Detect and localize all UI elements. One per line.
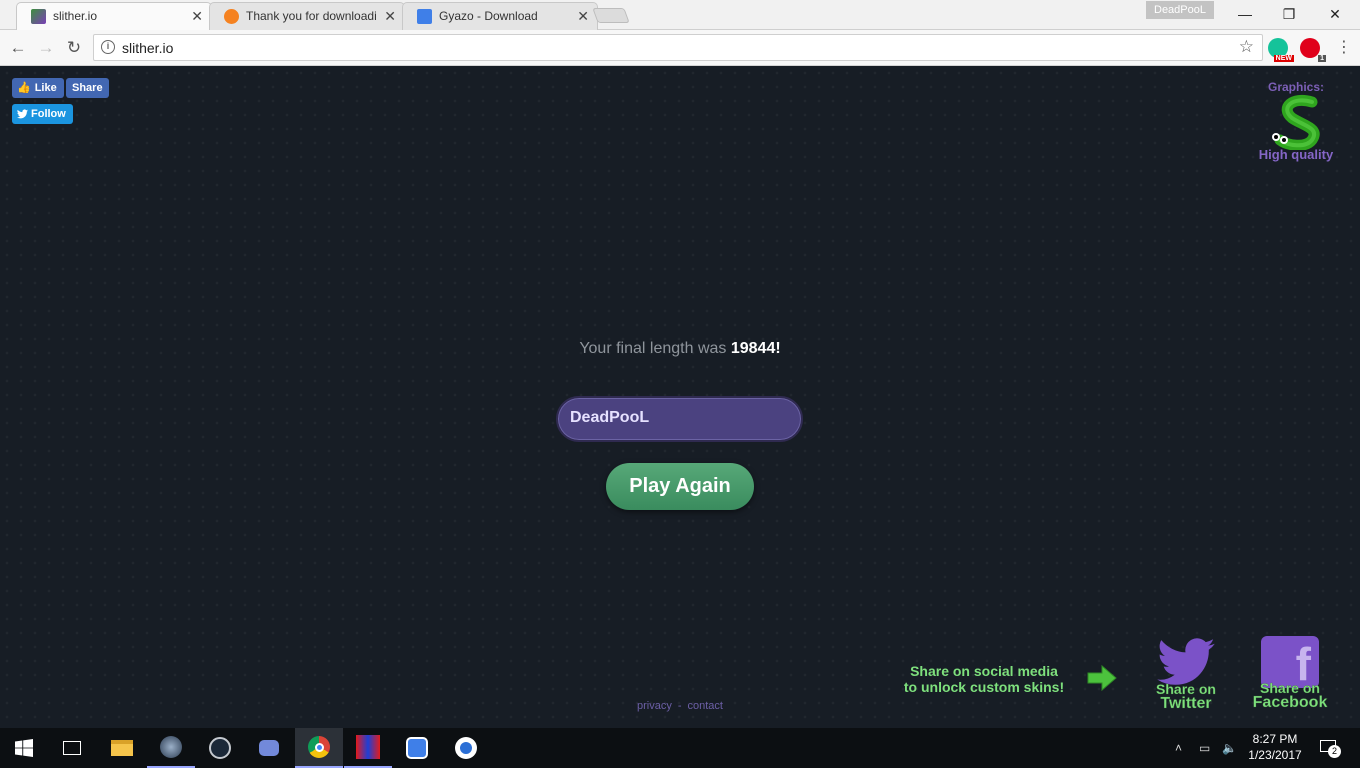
final-length-suffix: ! xyxy=(775,340,781,357)
clock-date: 1/23/2017 xyxy=(1248,748,1302,762)
system-clock[interactable]: 8:27 PM 1/23/2017 xyxy=(1246,731,1304,763)
asus-icon[interactable] xyxy=(344,728,392,768)
close-tab-icon[interactable]: ✕ xyxy=(577,8,589,24)
start-icon[interactable] xyxy=(0,728,48,768)
twitter-bird-icon xyxy=(17,109,28,119)
tab-gyazo[interactable]: Gyazo - Download ✕ xyxy=(402,2,598,30)
gyazo-icon[interactable] xyxy=(393,728,441,768)
profile-button[interactable]: DeadPooL xyxy=(1146,1,1214,19)
follow-label: Follow xyxy=(31,108,66,120)
slither-favicon-icon xyxy=(31,9,46,24)
notifications-icon[interactable]: 2 xyxy=(1318,728,1342,768)
steam-icon[interactable] xyxy=(196,728,244,768)
address-url[interactable]: slither.io xyxy=(122,40,173,56)
info-icon[interactable]: i xyxy=(101,40,115,54)
game-page: 👍 Like Share Follow Graphics: High quali… xyxy=(0,66,1360,728)
graphics-quality-toggle[interactable]: Graphics: High quality xyxy=(1248,80,1344,170)
share-promo-text: Share on social media to unlock custom s… xyxy=(886,663,1082,695)
maximize-icon[interactable]: ❐ xyxy=(1274,4,1304,24)
thumbs-up-icon: 👍 xyxy=(17,82,31,94)
twitter-follow-button[interactable]: Follow xyxy=(12,104,73,124)
bookmark-star-icon[interactable]: ☆ xyxy=(1239,37,1254,57)
gyazo-favicon-icon xyxy=(417,9,432,24)
footer-links: privacy - contact xyxy=(0,700,1360,712)
network-icon[interactable]: ▭ xyxy=(1199,728,1210,768)
close-tab-icon[interactable]: ✕ xyxy=(384,8,396,24)
nickname-input[interactable]: DeadPooL xyxy=(556,396,803,442)
arrow-right-icon xyxy=(1087,664,1117,692)
graphics-label: Graphics: xyxy=(1267,80,1324,94)
adblock-extension-icon[interactable]: 1 xyxy=(1300,38,1326,62)
windows-taskbar: ˄ ▭ 🔈 8:27 PM 1/23/2017 2 xyxy=(0,728,1360,768)
extension-badge: NEW xyxy=(1273,55,1294,62)
facebook-share-button[interactable]: Share xyxy=(66,78,109,98)
graphics-quality-label: High quality xyxy=(1258,147,1334,162)
tab-thank-you[interactable]: Thank you for downloadi ✕ xyxy=(209,2,405,30)
avast-favicon-icon xyxy=(224,9,239,24)
address-bar[interactable]: i slither.io ☆ xyxy=(93,34,1263,61)
chrome-icon[interactable] xyxy=(295,728,343,768)
notification-count: 2 xyxy=(1328,745,1341,758)
close-tab-icon[interactable]: ✕ xyxy=(191,8,203,24)
close-window-icon[interactable]: ✕ xyxy=(1320,4,1350,24)
play-again-button[interactable]: Play Again xyxy=(606,463,754,510)
tab-slither[interactable]: slither.io ✕ xyxy=(16,2,212,31)
extension-badge: 1 xyxy=(1318,55,1326,62)
footer-separator: - xyxy=(677,700,682,712)
app-icon[interactable] xyxy=(147,728,195,768)
reload-icon[interactable]: ↻ xyxy=(63,37,85,59)
facebook-like-button[interactable]: 👍 Like xyxy=(12,78,64,98)
share-promo-line1: Share on social media xyxy=(910,663,1058,679)
twitter-bird-icon xyxy=(1157,638,1215,685)
share-promo-line2: to unlock custom skins! xyxy=(903,679,1065,695)
tab-title: Gyazo - Download xyxy=(439,9,538,23)
forward-icon[interactable]: → xyxy=(35,37,57,59)
contact-link[interactable]: contact xyxy=(685,700,726,712)
tray-chevron-icon[interactable]: ˄ xyxy=(1175,728,1182,768)
snake-icon xyxy=(1272,95,1320,150)
browser-toolbar: ← → ↻ i slither.io ☆ NEW 1 ⋮ xyxy=(0,30,1360,66)
app-icon-2[interactable] xyxy=(442,728,490,768)
final-length-prefix: Your final length was xyxy=(579,340,731,357)
clock-time: 8:27 PM xyxy=(1252,732,1298,746)
task-view-icon[interactable] xyxy=(48,728,96,768)
final-length-text: Your final length was 19844! xyxy=(0,340,1360,358)
browser-tab-bar: slither.io ✕ Thank you for downloadi ✕ G… xyxy=(0,0,1360,31)
new-tab-button[interactable] xyxy=(592,8,630,23)
volume-icon[interactable]: 🔈 xyxy=(1222,728,1237,768)
like-label: Like xyxy=(34,82,57,94)
browser-menu-icon[interactable]: ⋮ xyxy=(1336,37,1352,59)
grammarly-extension-icon[interactable]: NEW xyxy=(1268,38,1294,62)
file-explorer-icon[interactable] xyxy=(98,728,146,768)
discord-icon[interactable] xyxy=(245,728,293,768)
share-on-facebook-button[interactable]: f Share on Facebook xyxy=(1252,636,1328,711)
privacy-link[interactable]: privacy xyxy=(634,700,675,712)
tab-title: Thank you for downloadi xyxy=(246,9,376,23)
tab-title: slither.io xyxy=(53,9,98,23)
minimize-icon[interactable]: — xyxy=(1230,4,1260,24)
final-length-value: 19844 xyxy=(730,340,776,357)
back-icon[interactable]: ← xyxy=(7,37,29,59)
